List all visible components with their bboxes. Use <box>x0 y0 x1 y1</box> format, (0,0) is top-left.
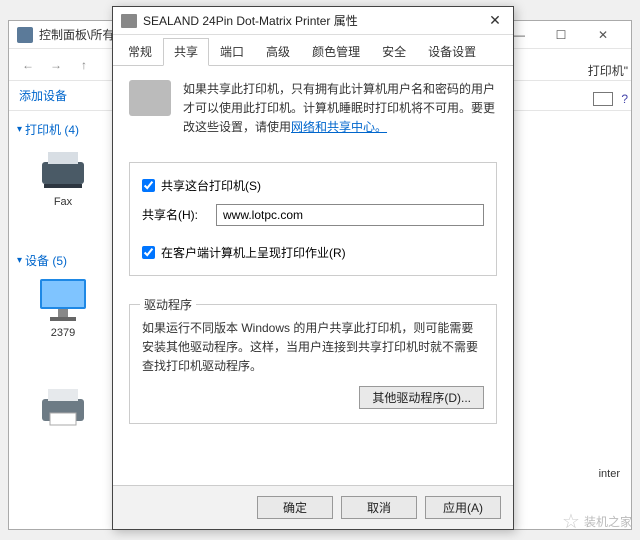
ok-button[interactable]: 确定 <box>257 496 333 519</box>
device-printer-s[interactable] <box>17 383 109 431</box>
tab-general[interactable]: 常规 <box>117 38 163 66</box>
device-monitor[interactable]: 2379 <box>17 277 109 339</box>
dialog-close-button[interactable]: ✕ <box>485 12 505 29</box>
printer-icon <box>36 385 90 429</box>
dialog-titlebar: SEALAND 24Pin Dot-Matrix Printer 属性 ✕ <box>113 7 513 35</box>
printer-small-icon <box>121 14 137 28</box>
render-client-label: 在客户端计算机上呈现打印作业(R) <box>161 244 346 261</box>
devices-header[interactable]: 设备 (5) <box>17 252 109 269</box>
view-icons: ? <box>593 92 628 106</box>
render-client-checkbox[interactable] <box>142 246 155 259</box>
star-icon: ☆ <box>562 509 580 534</box>
network-sharing-link[interactable]: 网络和共享中心。 <box>291 120 387 134</box>
tab-strip: 常规 共享 端口 高级 颜色管理 安全 设备设置 <box>113 35 513 66</box>
device-fax[interactable]: Fax <box>17 146 109 208</box>
additional-drivers-button[interactable]: 其他驱动程序(D)... <box>359 386 484 409</box>
dialog-footer: 确定 取消 应用(A) <box>113 485 513 529</box>
tab-advanced[interactable]: 高级 <box>255 38 301 66</box>
view-icon[interactable] <box>593 92 613 106</box>
share-printer-label: 共享这台打印机(S) <box>161 177 261 194</box>
add-device-button[interactable]: 添加设备 <box>19 87 67 104</box>
sharing-info-text: 如果共享此打印机，只有拥有此计算机用户名和密码的用户才可以使用此打印机。计算机睡… <box>183 80 497 138</box>
apply-button[interactable]: 应用(A) <box>425 496 501 519</box>
drivers-section: 驱动程序 如果运行不同版本 Windows 的用户共享此打印机，则可能需要安装其… <box>129 304 497 425</box>
sharing-section: 共享这台打印机(S) 共享名(H): 在客户端计算机上呈现打印作业(R) <box>129 162 497 276</box>
printers-header[interactable]: 打印机 (4) <box>17 121 109 138</box>
share-printer-checkbox[interactable] <box>142 179 155 192</box>
drivers-legend: 驱动程序 <box>140 296 196 313</box>
help-icon[interactable]: ? <box>621 92 628 106</box>
maximize-button[interactable]: ☐ <box>541 25 581 45</box>
remote-label: inter <box>599 468 620 480</box>
tab-sharing[interactable]: 共享 <box>163 38 209 66</box>
close-button[interactable]: ✕ <box>583 25 623 45</box>
forward-icon[interactable]: → <box>45 54 67 76</box>
fax-icon <box>36 148 90 192</box>
fax-label: Fax <box>54 196 72 208</box>
search-suffix: 打印机" <box>588 62 628 79</box>
printer-properties-dialog: SEALAND 24Pin Dot-Matrix Printer 属性 ✕ 常规… <box>112 6 514 530</box>
watermark: ☆ 装机之家 <box>562 509 632 534</box>
device-pane: 打印机 (4) Fax 设备 (5) 237 <box>9 113 117 453</box>
monitor-label: 2379 <box>51 327 75 339</box>
drivers-text: 如果运行不同版本 Windows 的用户共享此打印机，则可能需要安装其他驱动程序… <box>142 319 484 377</box>
back-icon[interactable]: ← <box>17 54 39 76</box>
tab-color[interactable]: 颜色管理 <box>301 38 371 66</box>
share-name-input[interactable] <box>216 204 484 226</box>
tab-security[interactable]: 安全 <box>371 38 417 66</box>
monitor-icon <box>36 277 90 325</box>
tab-ports[interactable]: 端口 <box>209 38 255 66</box>
bg-title: 控制面板\所有 <box>39 26 114 43</box>
share-name-label: 共享名(H): <box>142 206 206 223</box>
tab-body: 如果共享此打印机，只有拥有此计算机用户名和密码的用户才可以使用此打印机。计算机睡… <box>113 66 513 434</box>
dialog-title: SEALAND 24Pin Dot-Matrix Printer 属性 <box>143 12 358 29</box>
info-printer-icon <box>129 80 171 116</box>
control-panel-icon <box>17 27 33 43</box>
cancel-button[interactable]: 取消 <box>341 496 417 519</box>
tab-device-settings[interactable]: 设备设置 <box>417 38 487 66</box>
up-icon[interactable]: ↑ <box>73 54 95 76</box>
